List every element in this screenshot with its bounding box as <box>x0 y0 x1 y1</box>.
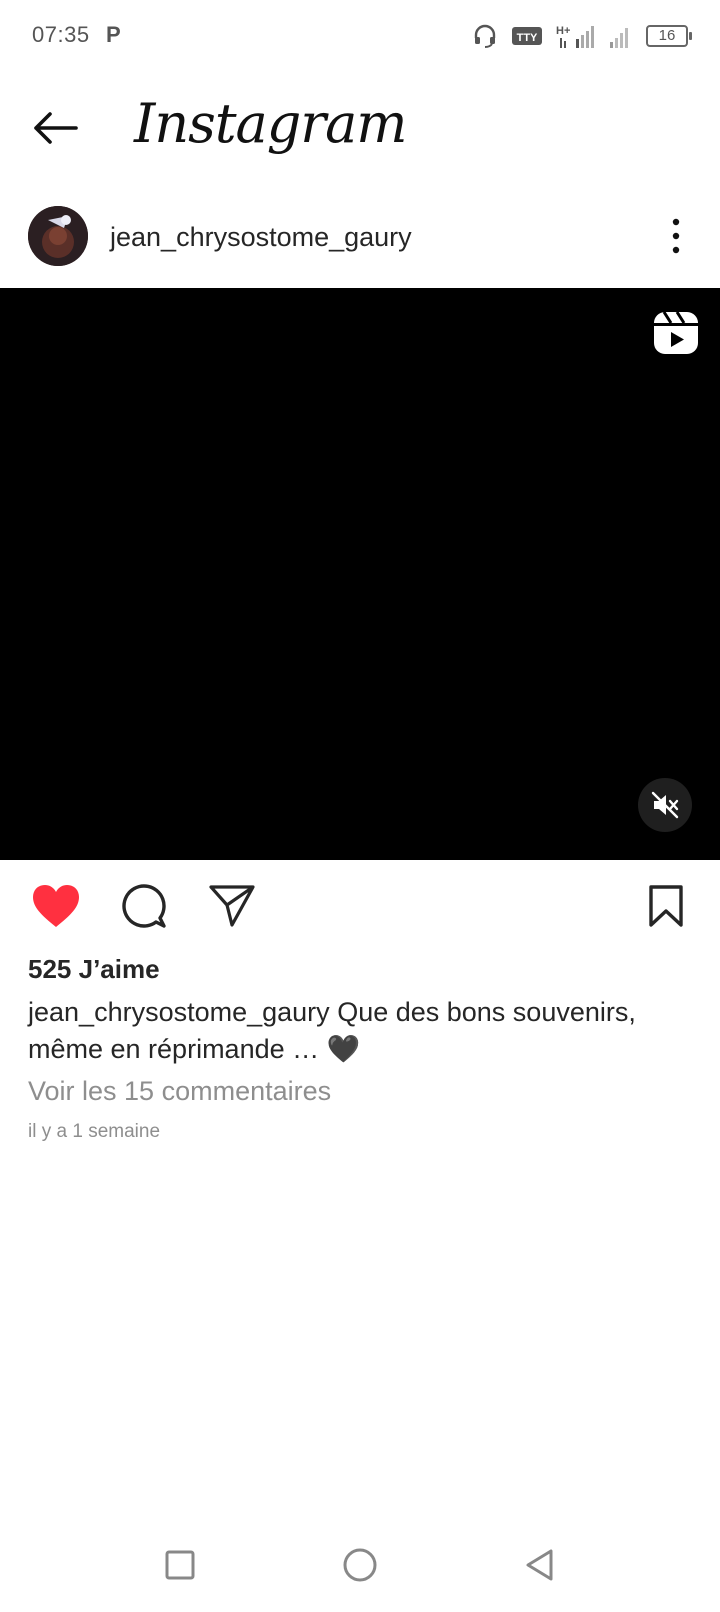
post-caption: jean_chrysostome_gaury Que des bons souv… <box>28 994 698 1068</box>
status-time: 07:35 <box>32 22 90 47</box>
battery-icon: 16 <box>646 25 692 47</box>
app-header: Instagram <box>0 80 720 180</box>
speaker-muted-icon <box>651 791 679 819</box>
system-nav-bar <box>0 1540 720 1612</box>
more-options-button[interactable] <box>660 212 692 260</box>
save-button[interactable] <box>640 880 692 932</box>
system-back-button[interactable] <box>510 1540 570 1590</box>
headset-icon <box>474 24 496 48</box>
like-button[interactable] <box>30 880 82 932</box>
likes-count[interactable]: 525 J’aime <box>28 954 160 985</box>
triangle-back-icon <box>526 1549 553 1581</box>
home-button[interactable] <box>330 1540 390 1590</box>
post-video[interactable] <box>0 288 720 860</box>
svg-text:TTY: TTY <box>517 32 538 44</box>
post-header: jean_chrysostome_gaury <box>0 200 720 280</box>
heart-filled-icon <box>33 885 79 927</box>
back-button[interactable] <box>28 100 84 156</box>
recent-apps-button[interactable] <box>150 1540 210 1590</box>
view-comments-link[interactable]: Voir les 15 commentaires <box>28 1076 331 1107</box>
signal-hplus-icon: H+ <box>556 25 594 48</box>
square-icon <box>165 1550 195 1580</box>
send-icon <box>209 885 255 927</box>
more-vertical-icon <box>672 218 680 254</box>
comment-button[interactable] <box>118 880 170 932</box>
arrow-left-icon <box>34 112 78 144</box>
tty-icon: TTY <box>512 27 542 45</box>
bookmark-icon <box>649 885 683 927</box>
signal-bars-icon <box>610 28 628 48</box>
app-title: Instagram <box>134 92 407 155</box>
share-button[interactable] <box>206 880 258 932</box>
avatar-image <box>28 206 88 266</box>
circle-icon <box>343 1548 377 1582</box>
caption-username[interactable]: jean_chrysostome_gaury <box>28 997 330 1027</box>
comment-icon <box>122 884 166 928</box>
post-timestamp: il y a 1 semaine <box>28 1121 161 1142</box>
status-bar: 07:35 P TTY H+ 16 <box>0 0 720 72</box>
mute-button[interactable] <box>638 778 692 832</box>
battery-level: 16 <box>658 27 676 44</box>
post-username[interactable]: jean_chrysostome_gaury <box>110 222 412 253</box>
reels-icon <box>652 310 700 356</box>
status-icons: TTY H+ 16 <box>472 22 692 50</box>
avatar[interactable] <box>28 206 88 266</box>
svg-text:H+: H+ <box>556 25 570 37</box>
parking-notification-icon: P <box>106 22 121 47</box>
post-actions <box>0 880 720 940</box>
